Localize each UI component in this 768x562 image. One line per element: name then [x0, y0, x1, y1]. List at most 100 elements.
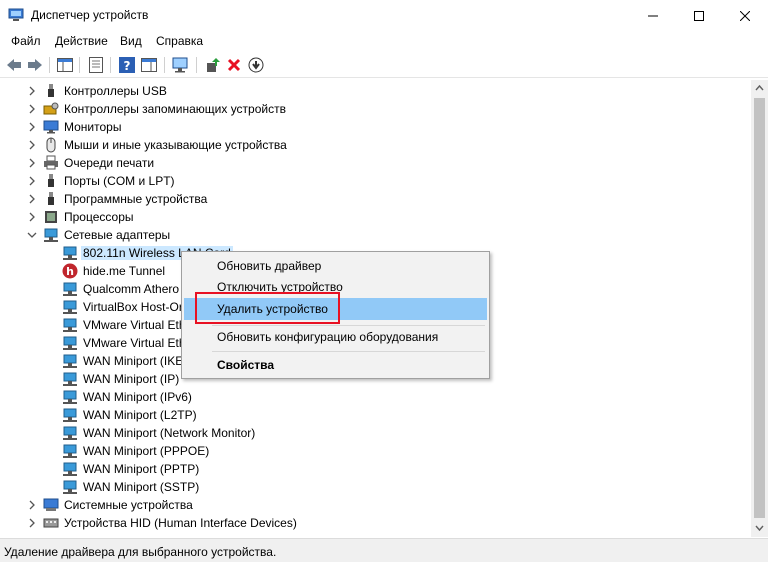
- tree-category-label: Мониторы: [64, 120, 122, 134]
- chevron-right-icon[interactable]: [27, 517, 37, 529]
- toolbar-separator: [79, 57, 80, 73]
- menu-update-driver[interactable]: Обновить драйвер: [184, 255, 487, 277]
- tree-category-network[interactable]: Сетевые адаптеры: [0, 226, 751, 244]
- network-adapter-icon: [63, 444, 77, 458]
- usb-icon: [48, 84, 54, 97]
- menu-view[interactable]: Вид: [120, 34, 142, 48]
- network-adapter-icon: [63, 480, 77, 494]
- system-device-icon: [43, 498, 59, 511]
- tree-category-label: Программные устройства: [64, 192, 208, 206]
- tree-category[interactable]: Контроллеры запоминающих устройств: [0, 100, 751, 118]
- chevron-right-icon[interactable]: [27, 139, 37, 151]
- back-arrow-icon: [7, 59, 21, 71]
- tree-device[interactable]: WAN Miniport (SSTP): [0, 478, 751, 496]
- scan-hardware-button[interactable]: [172, 56, 190, 74]
- annotation-highlight-box: [195, 292, 340, 324]
- network-adapter-icon: [63, 318, 77, 332]
- mouse-icon: [46, 137, 56, 153]
- network-adapter-icon: [63, 462, 77, 476]
- chevron-right-icon[interactable]: [27, 211, 37, 223]
- tree-category-label: Контроллеры USB: [64, 84, 167, 98]
- maximize-icon: [694, 10, 704, 21]
- forward-button[interactable]: [26, 56, 44, 74]
- tree-device-label: WAN Miniport (SSTP): [83, 480, 200, 494]
- tree-device-label: VirtualBox Host-Or: [83, 300, 183, 314]
- tree-device[interactable]: WAN Miniport (PPPOE): [0, 442, 751, 460]
- tree-category[interactable]: Устройства HID (Human Interface Devices): [0, 514, 751, 532]
- tree-category[interactable]: Программные устройства: [0, 190, 751, 208]
- tree-category[interactable]: Мыши и иные указывающие устройства: [0, 136, 751, 154]
- hideme-icon: h: [62, 263, 78, 279]
- close-icon: [740, 10, 750, 21]
- network-adapter-icon: [63, 372, 77, 386]
- tree-device[interactable]: WAN Miniport (IPv6): [0, 388, 751, 406]
- tree-device-label: hide.me Tunnel: [83, 264, 166, 278]
- show-hide-tree-button[interactable]: [56, 56, 74, 74]
- monitor-icon: [43, 120, 59, 134]
- uninstall-device-button[interactable]: [225, 56, 243, 74]
- chevron-right-icon[interactable]: [27, 499, 37, 511]
- tree-category-label: Очереди печати: [64, 156, 155, 170]
- tree-device-label: VMware Virtual Eth: [83, 318, 186, 332]
- close-button[interactable]: [722, 0, 768, 31]
- chevron-right-icon[interactable]: [27, 85, 37, 97]
- tree-category[interactable]: Очереди печати: [0, 154, 751, 172]
- menu-item-label: Свойства: [217, 358, 275, 372]
- tree-device-label: WAN Miniport (Network Monitor): [83, 426, 256, 440]
- menu-action[interactable]: Действие: [55, 34, 108, 48]
- tree-device-label: WAN Miniport (IKE: [83, 354, 184, 368]
- help-button[interactable]: ?: [118, 56, 136, 74]
- tree-category-label: Системные устройства: [64, 498, 193, 512]
- toolbar-separator: [164, 57, 165, 73]
- printer-icon: [44, 155, 58, 170]
- action-pane-button[interactable]: [140, 56, 158, 74]
- chevron-down-icon[interactable]: [27, 229, 37, 241]
- update-driver-icon: [207, 58, 220, 72]
- update-driver-button[interactable]: [204, 56, 222, 74]
- vertical-scrollbar[interactable]: [751, 80, 768, 537]
- tree-category[interactable]: Порты (COM и LPT): [0, 172, 751, 190]
- tree-category[interactable]: Контроллеры USB: [0, 82, 751, 100]
- tree-device[interactable]: WAN Miniport (L2TP): [0, 406, 751, 424]
- toolbar: ?: [0, 52, 768, 78]
- tree-category-label: Сетевые адаптеры: [64, 228, 171, 242]
- menu-item-label: Обновить драйвер: [217, 259, 322, 273]
- network-adapter-icon: [63, 408, 77, 422]
- menu-file[interactable]: Файл: [11, 34, 41, 48]
- disable-device-button[interactable]: [247, 56, 265, 74]
- network-adapter-icon: [63, 390, 77, 404]
- tree-device[interactable]: WAN Miniport (Network Monitor): [0, 424, 751, 442]
- chevron-right-icon[interactable]: [27, 193, 37, 205]
- tree-category[interactable]: Мониторы: [0, 118, 751, 136]
- scan-hardware-icon: [172, 57, 188, 73]
- minimize-button[interactable]: [630, 0, 676, 31]
- menu-bar: Файл Действие Вид Справка: [0, 31, 768, 51]
- chevron-right-icon[interactable]: [27, 121, 37, 133]
- svg-text:h: h: [66, 265, 74, 278]
- chevron-right-icon[interactable]: [27, 103, 37, 115]
- disable-device-icon: [248, 57, 264, 73]
- back-button[interactable]: [5, 56, 23, 74]
- menu-properties[interactable]: Свойства: [184, 354, 487, 376]
- toolbar-separator: [49, 57, 50, 73]
- tree-category-label: Мыши и иные указывающие устройства: [64, 138, 287, 152]
- tree-device-label: WAN Miniport (IPv6): [83, 390, 192, 404]
- properties-button[interactable]: [87, 56, 105, 74]
- tree-device-label: WAN Miniport (L2TP): [83, 408, 197, 422]
- device-manager-icon: [8, 8, 24, 21]
- scroll-down-icon[interactable]: [755, 523, 764, 532]
- menu-scan-hardware[interactable]: Обновить конфигурацию оборудования: [184, 326, 487, 348]
- menu-help[interactable]: Справка: [156, 34, 203, 48]
- tree-category[interactable]: Системные устройства: [0, 496, 751, 514]
- chevron-right-icon[interactable]: [27, 157, 37, 169]
- network-adapter-icon: [63, 246, 77, 260]
- help-icon: ?: [119, 57, 135, 73]
- software-device-icon: [48, 192, 54, 205]
- maximize-button[interactable]: [676, 0, 722, 31]
- tree-device-label: WAN Miniport (PPPOE): [83, 444, 210, 458]
- scroll-up-icon[interactable]: [755, 84, 764, 93]
- chevron-right-icon[interactable]: [27, 175, 37, 187]
- tree-device[interactable]: WAN Miniport (PPTP): [0, 460, 751, 478]
- scrollbar-thumb[interactable]: [754, 98, 765, 518]
- tree-category[interactable]: Процессоры: [0, 208, 751, 226]
